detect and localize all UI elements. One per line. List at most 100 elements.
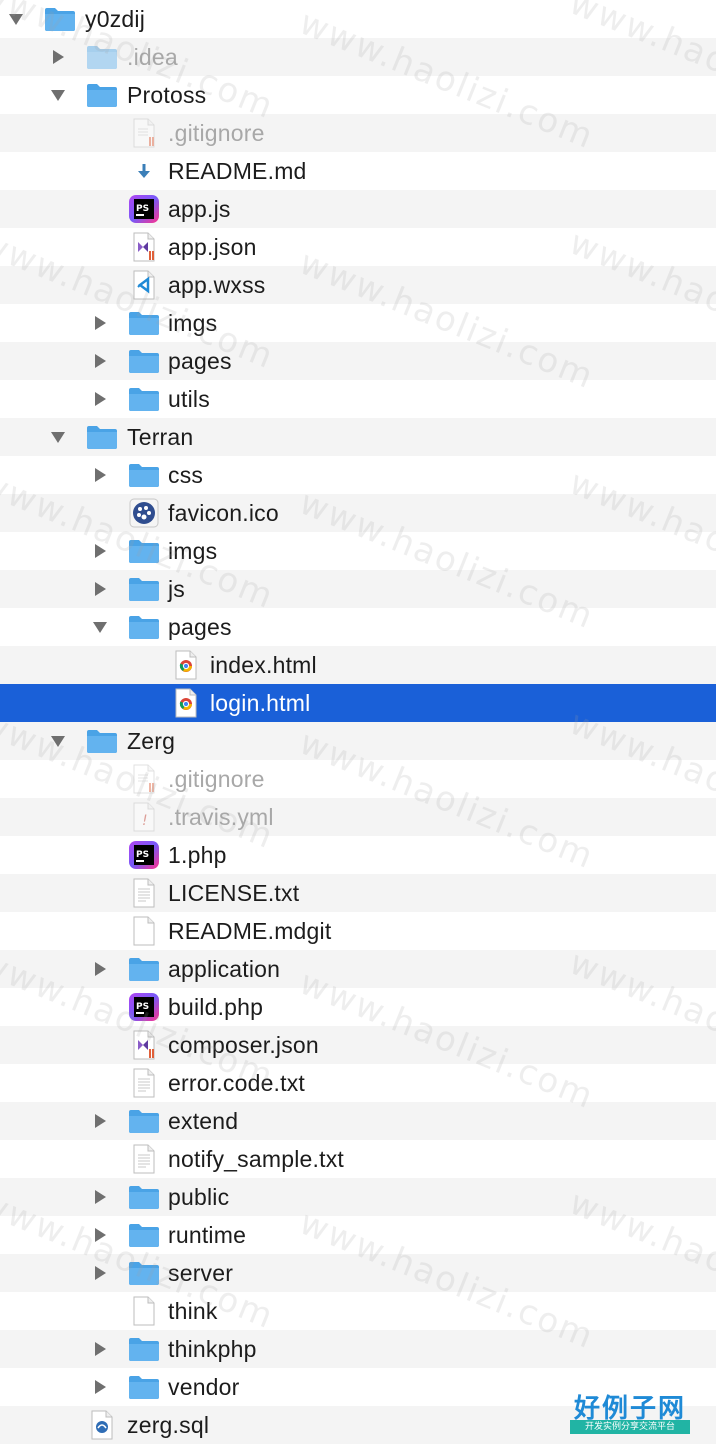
disclosure-closed-icon[interactable] bbox=[90, 1225, 110, 1245]
tree-item-label: .travis.yml bbox=[168, 803, 274, 830]
disclosure-closed-icon[interactable] bbox=[90, 1111, 110, 1131]
folder-row-server[interactable]: server bbox=[0, 1254, 716, 1292]
folder-icon bbox=[127, 1182, 161, 1212]
tree-item-label: js bbox=[168, 575, 186, 602]
folder-row-vendor[interactable]: vendor bbox=[0, 1368, 716, 1406]
svg-text:PS: PS bbox=[136, 850, 149, 860]
file-row-login-html[interactable]: login.html bbox=[0, 684, 716, 722]
svg-text:PS: PS bbox=[136, 204, 149, 214]
tree-item-label: favicon.ico bbox=[168, 499, 279, 526]
disclosure-closed-icon[interactable] bbox=[90, 313, 110, 333]
disclosure-closed-icon[interactable] bbox=[90, 1187, 110, 1207]
folder-row-thinkphp[interactable]: thinkphp bbox=[0, 1330, 716, 1368]
phpstorm-file-icon: PS bbox=[127, 840, 161, 870]
folder-icon bbox=[127, 954, 161, 984]
disclosure-closed-icon[interactable] bbox=[90, 1377, 110, 1397]
tree-item-label: LICENSE.txt bbox=[168, 879, 300, 906]
phpstorm-file-icon: PS bbox=[127, 992, 161, 1022]
disclosure-closed-icon[interactable] bbox=[90, 465, 110, 485]
folder-row-public[interactable]: public bbox=[0, 1178, 716, 1216]
tree-item-label: app.wxss bbox=[168, 271, 266, 298]
disclosure-open-icon[interactable] bbox=[90, 617, 110, 637]
folder-row-extend[interactable]: extend bbox=[0, 1102, 716, 1140]
file-row-travis-yml[interactable]: ! .travis.yml bbox=[0, 798, 716, 836]
text-file-icon bbox=[127, 878, 161, 908]
markdown-file-icon bbox=[127, 156, 161, 186]
folder-row-imgs[interactable]: imgs bbox=[0, 304, 716, 342]
folder-row-utils[interactable]: utils bbox=[0, 380, 716, 418]
gitignore-file-icon bbox=[127, 118, 161, 148]
folder-icon bbox=[127, 1334, 161, 1364]
folder-row-y0zdij[interactable]: y0zdij bbox=[0, 0, 716, 38]
file-row-app-js[interactable]: PS app.js bbox=[0, 190, 716, 228]
gitignore-file-icon bbox=[127, 764, 161, 794]
file-row-readme-md[interactable]: README.md bbox=[0, 152, 716, 190]
disclosure-closed-icon[interactable] bbox=[90, 541, 110, 561]
tree-item-label: error.code.txt bbox=[168, 1069, 306, 1096]
folder-icon bbox=[127, 308, 161, 338]
disclosure-closed-icon[interactable] bbox=[90, 351, 110, 371]
folder-icon bbox=[127, 1106, 161, 1136]
tree-item-label: .gitignore bbox=[168, 765, 265, 792]
file-row-readme-mdgit[interactable]: README.mdgit bbox=[0, 912, 716, 950]
file-row-app-json[interactable]: app.json bbox=[0, 228, 716, 266]
disclosure-closed-icon[interactable] bbox=[90, 389, 110, 409]
file-row-app-wxss[interactable]: app.wxss bbox=[0, 266, 716, 304]
disclosure-closed-icon[interactable] bbox=[90, 1339, 110, 1359]
disclosure-open-icon[interactable] bbox=[48, 731, 68, 751]
folder-row-js[interactable]: js bbox=[0, 570, 716, 608]
tree-item-label: 1.php bbox=[168, 841, 227, 868]
tree-item-label: utils bbox=[168, 385, 210, 412]
folder-row-application[interactable]: application bbox=[0, 950, 716, 988]
svg-text:PS: PS bbox=[136, 1002, 149, 1012]
folder-row-protoss[interactable]: Protoss bbox=[0, 76, 716, 114]
file-row-zerg-sql[interactable]: zerg.sql bbox=[0, 1406, 716, 1444]
text-file-icon bbox=[127, 1144, 161, 1174]
tree-item-label: notify_sample.txt bbox=[168, 1145, 344, 1172]
tree-item-label: .gitignore bbox=[168, 119, 265, 146]
file-row-gitignore[interactable]: .gitignore bbox=[0, 114, 716, 152]
file-row-composer-json[interactable]: composer.json bbox=[0, 1026, 716, 1064]
favicon-file-icon bbox=[127, 498, 161, 528]
file-row-1-php[interactable]: PS 1.php bbox=[0, 836, 716, 874]
disclosure-closed-icon[interactable] bbox=[48, 47, 68, 67]
svg-text:!: ! bbox=[142, 813, 148, 829]
file-row-license-txt[interactable]: LICENSE.txt bbox=[0, 874, 716, 912]
file-row-error-code-txt[interactable]: error.code.txt bbox=[0, 1064, 716, 1102]
folder-icon bbox=[85, 422, 119, 452]
tree-item-label: think bbox=[168, 1297, 218, 1324]
file-row-index-html[interactable]: index.html bbox=[0, 646, 716, 684]
folder-row-css[interactable]: css bbox=[0, 456, 716, 494]
file-row-favicon-ico[interactable]: favicon.ico bbox=[0, 494, 716, 532]
tree-item-label: composer.json bbox=[168, 1031, 319, 1058]
tree-item-label: vendor bbox=[168, 1373, 240, 1400]
tree-item-label: css bbox=[168, 461, 204, 488]
folder-row-terran[interactable]: Terran bbox=[0, 418, 716, 456]
folder-row-zerg[interactable]: Zerg bbox=[0, 722, 716, 760]
tree-item-label: thinkphp bbox=[168, 1335, 257, 1362]
disclosure-open-icon[interactable] bbox=[48, 427, 68, 447]
folder-row-idea[interactable]: .idea bbox=[0, 38, 716, 76]
folder-icon bbox=[127, 1372, 161, 1402]
disclosure-open-icon[interactable] bbox=[48, 85, 68, 105]
tree-item-label: imgs bbox=[168, 309, 218, 336]
file-row-gitignore[interactable]: .gitignore bbox=[0, 760, 716, 798]
disclosure-open-icon[interactable] bbox=[6, 9, 26, 29]
folder-row-pages[interactable]: pages bbox=[0, 342, 716, 380]
file-row-think[interactable]: think bbox=[0, 1292, 716, 1330]
folder-row-imgs[interactable]: imgs bbox=[0, 532, 716, 570]
tree-item-label: app.js bbox=[168, 195, 231, 222]
disclosure-closed-icon[interactable] bbox=[90, 579, 110, 599]
folder-row-pages[interactable]: pages bbox=[0, 608, 716, 646]
folder-icon bbox=[85, 80, 119, 110]
file-row-notify-sample-txt[interactable]: notify_sample.txt bbox=[0, 1140, 716, 1178]
folder-icon bbox=[127, 612, 161, 642]
disclosure-closed-icon[interactable] bbox=[90, 959, 110, 979]
folder-row-runtime[interactable]: runtime bbox=[0, 1216, 716, 1254]
file-tree: y0zdij .idea Protoss .gitignore README.md PS a… bbox=[0, 0, 716, 1446]
disclosure-closed-icon[interactable] bbox=[90, 1263, 110, 1283]
file-row-build-php[interactable]: PS build.php bbox=[0, 988, 716, 1026]
folder-icon bbox=[43, 4, 77, 34]
folder-icon bbox=[127, 1220, 161, 1250]
tree-item-label: extend bbox=[168, 1107, 239, 1134]
